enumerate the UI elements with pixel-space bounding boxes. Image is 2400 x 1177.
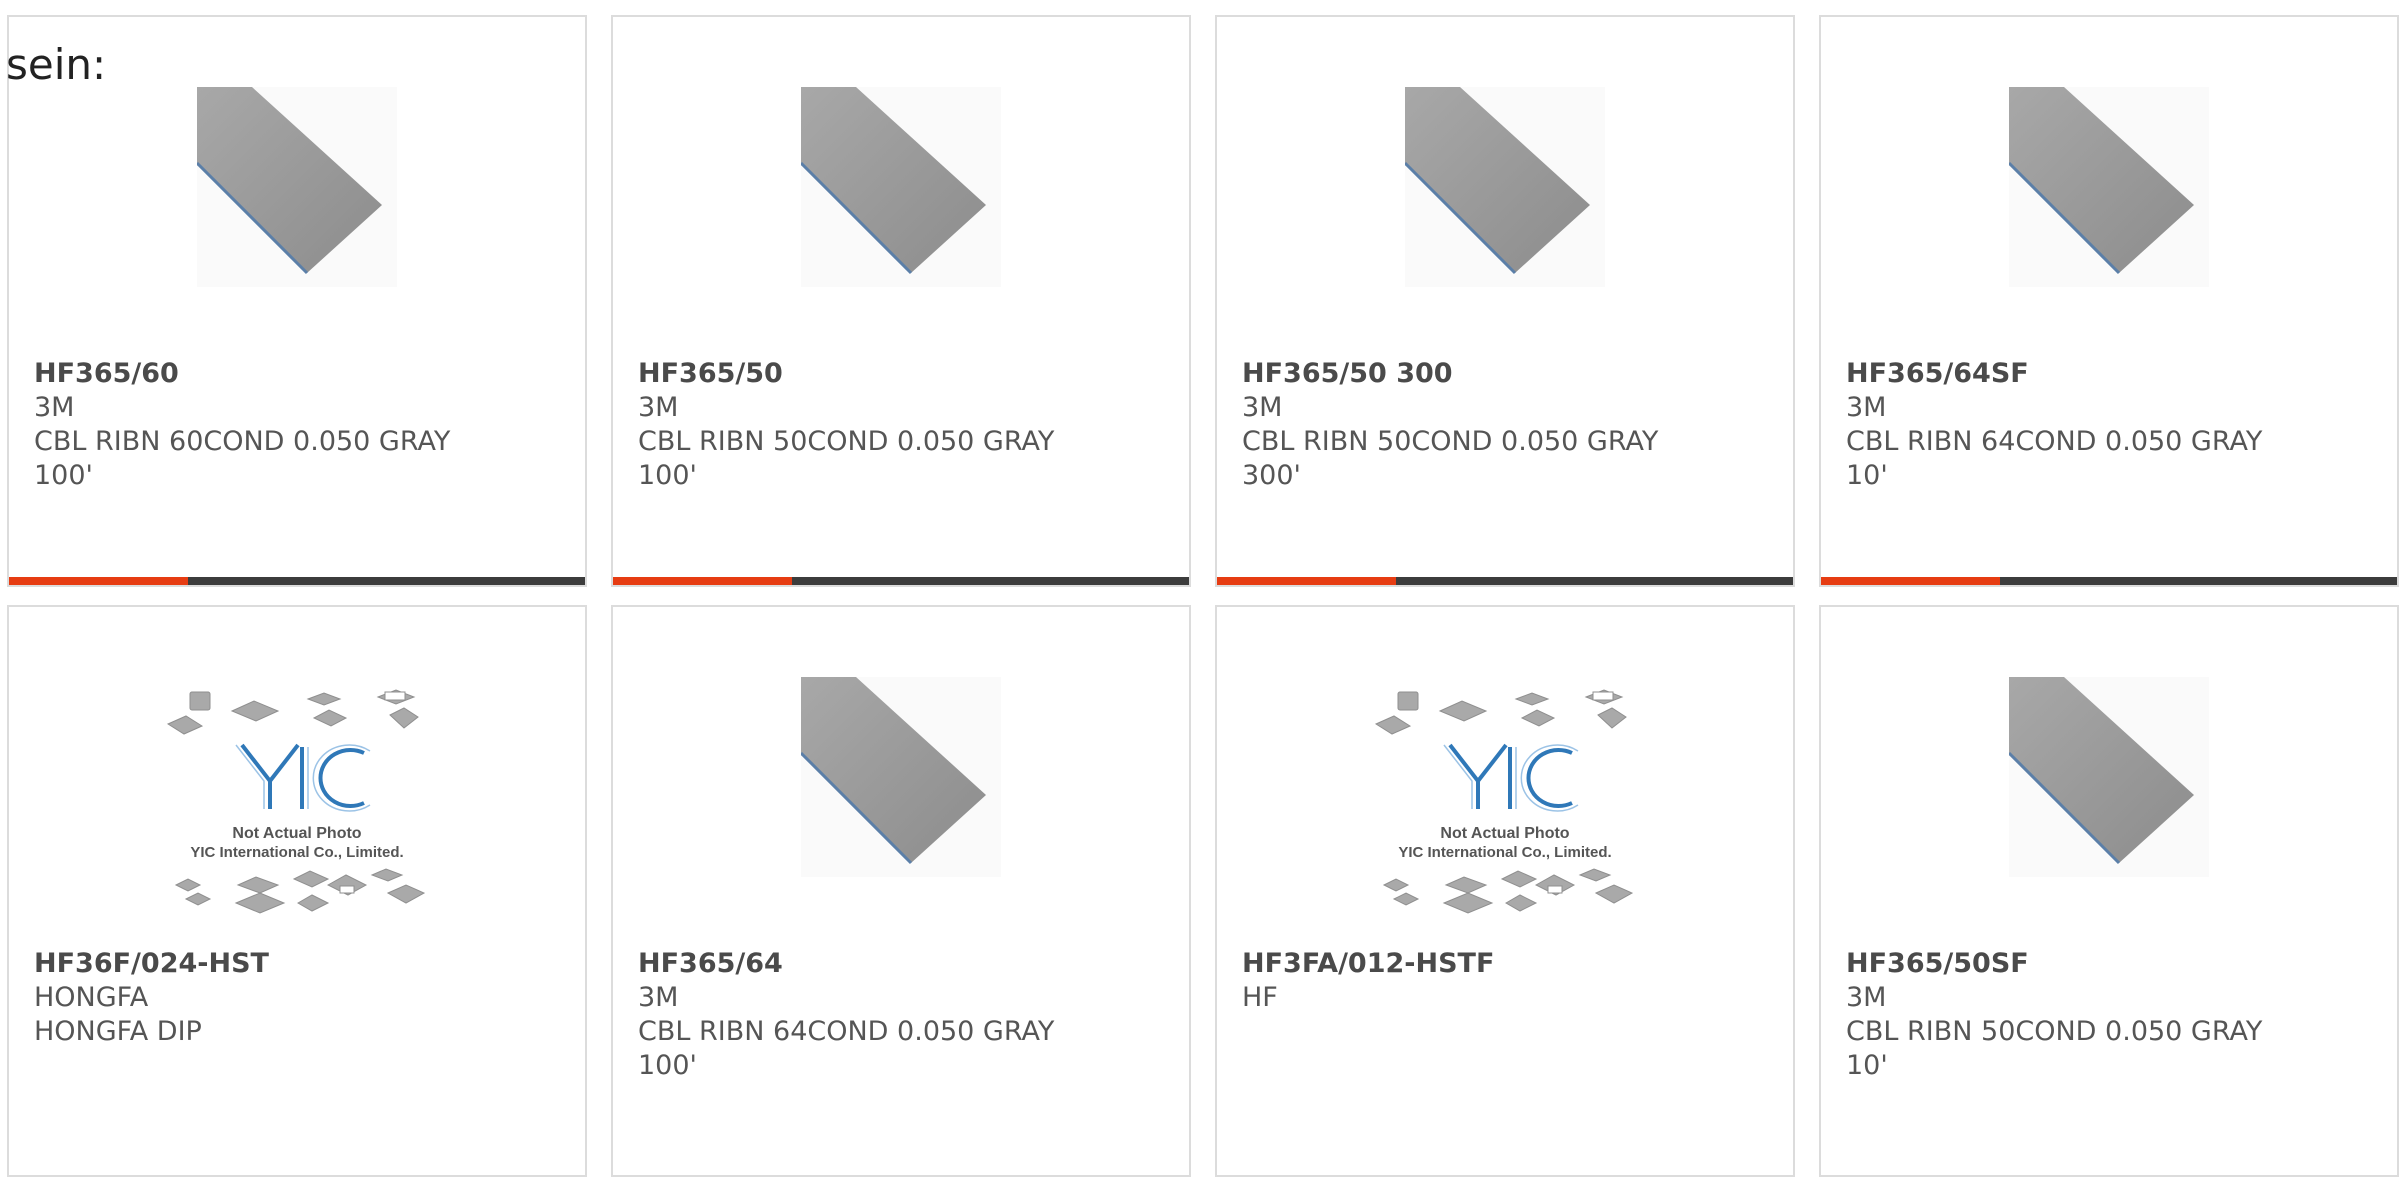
product-info: HF365/60 3M CBL RIBN 60COND 0.050 GRAY 1… (34, 357, 565, 493)
description-extra: 100' (638, 1050, 697, 1081)
product-info: HF36F/024-HST HONGFA HONGFA DIP (34, 947, 565, 1049)
product-card[interactable]: HF365/60 3M CBL RIBN 60COND 0.050 GRAY 1… (7, 15, 587, 587)
manufacturer: 3M (638, 982, 679, 1013)
product-card[interactable]: HF365/64SF 3M CBL RIBN 64COND 0.050 GRAY… (1819, 15, 2399, 587)
manufacturer: HONGFA (34, 982, 149, 1013)
part-number[interactable]: HF365/50 300 (1242, 357, 1773, 391)
product-info: HF365/50SF 3M CBL RIBN 50COND 0.050 GRAY… (1846, 947, 2377, 1083)
placeholder-caption-1: Not Actual Photo (232, 825, 361, 842)
ribbon-cable-image[interactable] (2009, 87, 2209, 287)
manufacturer: 3M (1846, 392, 1887, 423)
product-card[interactable]: Not Actual Photo YIC International Co., … (1215, 605, 1795, 1177)
part-number[interactable]: HF36F/024-HST (34, 947, 565, 981)
description: CBL RIBN 50COND 0.050 GRAY (638, 426, 1055, 457)
not-actual-photo-image[interactable]: Not Actual Photo YIC International Co., … (162, 689, 432, 929)
description: CBL RIBN 50COND 0.050 GRAY (1846, 1016, 2263, 1047)
product-info: HF365/64SF 3M CBL RIBN 64COND 0.050 GRAY… (1846, 357, 2377, 493)
product-info: HF365/50 3M CBL RIBN 50COND 0.050 GRAY 1… (638, 357, 1169, 493)
ribbon-cable-image[interactable] (801, 677, 1001, 877)
description: HONGFA DIP (34, 1016, 202, 1047)
manufacturer: 3M (1242, 392, 1283, 423)
part-number[interactable]: HF365/50SF (1846, 947, 2377, 981)
description: CBL RIBN 50COND 0.050 GRAY (1242, 426, 1659, 457)
placeholder-caption-2: YIC International Co., Limited. (1398, 844, 1611, 861)
progress-fill (613, 577, 792, 585)
progress-bar (1217, 577, 1793, 585)
ribbon-cable-image[interactable] (197, 87, 397, 287)
ribbon-cable-image[interactable] (1405, 87, 1605, 287)
part-number[interactable]: HF3FA/012-HSTF (1242, 947, 1773, 981)
description: CBL RIBN 64COND 0.050 GRAY (638, 1016, 1055, 1047)
progress-bar (613, 577, 1189, 585)
progress-fill (9, 577, 188, 585)
ribbon-cable-image[interactable] (801, 87, 1001, 287)
product-card[interactable]: Not Actual Photo YIC International Co., … (7, 605, 587, 1177)
placeholder-caption-2: YIC International Co., Limited. (190, 844, 403, 861)
part-number[interactable]: HF365/60 (34, 357, 565, 391)
progress-fill (1821, 577, 2000, 585)
product-card[interactable]: HF365/50 3M CBL RIBN 50COND 0.050 GRAY 1… (611, 15, 1191, 587)
progress-fill (1217, 577, 1396, 585)
description-extra: 10' (1846, 460, 1888, 491)
progress-bar (9, 577, 585, 585)
product-grid: HF365/60 3M CBL RIBN 60COND 0.050 GRAY 1… (7, 15, 2399, 1177)
description-extra: 10' (1846, 1050, 1888, 1081)
description-extra: 300' (1242, 460, 1301, 491)
ribbon-cable-image[interactable] (2009, 677, 2209, 877)
part-number[interactable]: HF365/64 (638, 947, 1169, 981)
product-card[interactable]: HF365/50 300 3M CBL RIBN 50COND 0.050 GR… (1215, 15, 1795, 587)
part-number[interactable]: HF365/50 (638, 357, 1169, 391)
not-actual-photo-image[interactable]: Not Actual Photo YIC International Co., … (1370, 689, 1640, 929)
manufacturer: HF (1242, 982, 1278, 1013)
description-extra: 100' (34, 460, 93, 491)
description: CBL RIBN 64COND 0.050 GRAY (1846, 426, 2263, 457)
product-info: HF3FA/012-HSTF HF (1242, 947, 1773, 1015)
manufacturer: 3M (638, 392, 679, 423)
placeholder-caption-1: Not Actual Photo (1440, 825, 1569, 842)
partial-text: sein: (6, 40, 107, 89)
description: CBL RIBN 60COND 0.050 GRAY (34, 426, 451, 457)
progress-bar (1821, 577, 2397, 585)
product-info: HF365/50 300 3M CBL RIBN 50COND 0.050 GR… (1242, 357, 1773, 493)
product-info: HF365/64 3M CBL RIBN 64COND 0.050 GRAY 1… (638, 947, 1169, 1083)
product-card[interactable]: HF365/50SF 3M CBL RIBN 50COND 0.050 GRAY… (1819, 605, 2399, 1177)
manufacturer: 3M (1846, 982, 1887, 1013)
manufacturer: 3M (34, 392, 75, 423)
part-number[interactable]: HF365/64SF (1846, 357, 2377, 391)
product-card[interactable]: HF365/64 3M CBL RIBN 64COND 0.050 GRAY 1… (611, 605, 1191, 1177)
description-extra: 100' (638, 460, 697, 491)
